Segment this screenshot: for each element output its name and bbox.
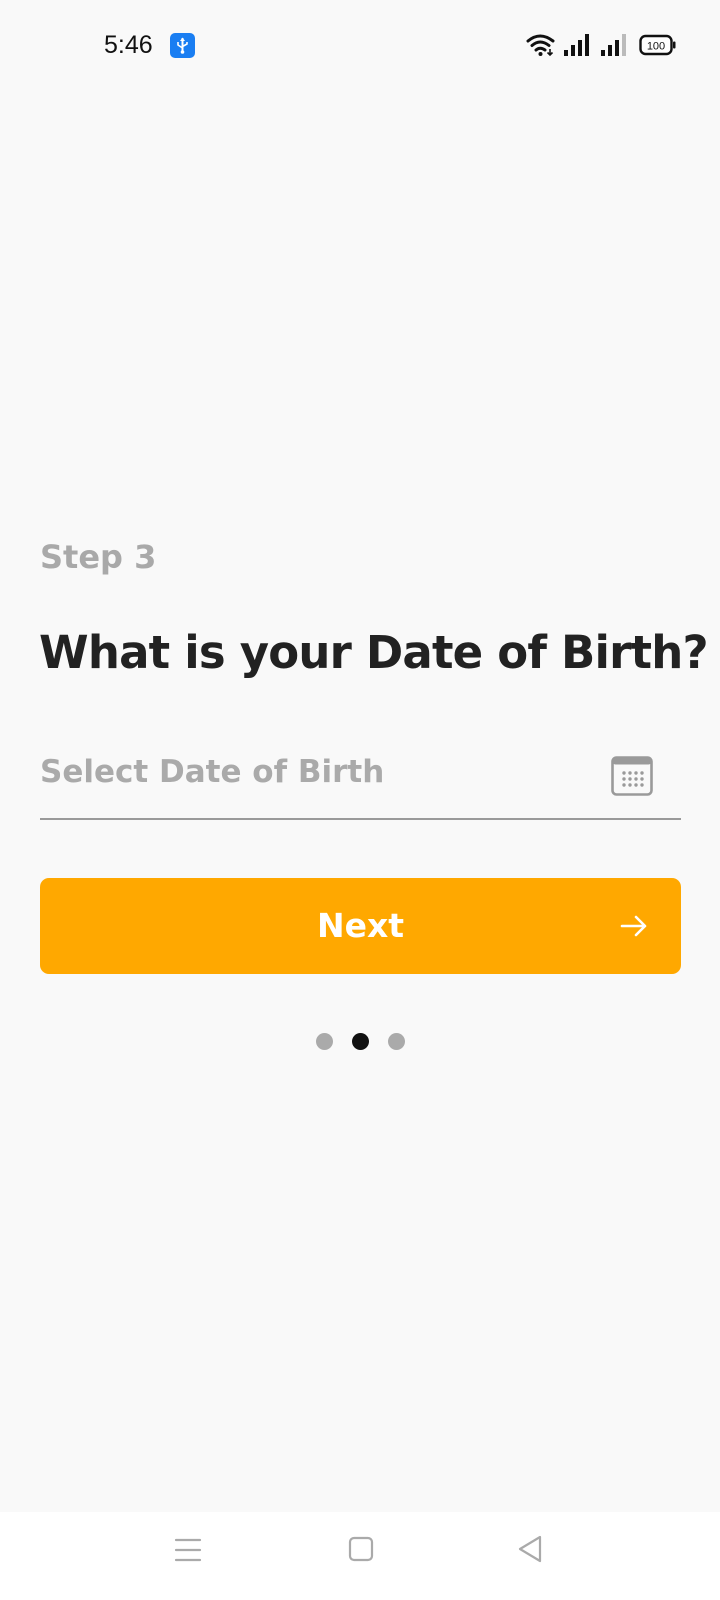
wifi-icon [526,34,555,57]
menu-icon[interactable] [174,1536,202,1564]
date-of-birth-field[interactable]: Select Date of Birth [40,740,681,820]
home-icon[interactable] [347,1535,375,1563]
signal-icon [601,34,626,56]
battery-icon: 100 [639,34,676,56]
usb-icon [170,33,195,58]
date-of-birth-placeholder: Select Date of Birth [40,754,385,790]
next-button-label: Next [316,906,405,945]
page-indicator [0,1033,720,1051]
signal-icon [564,34,589,56]
next-button[interactable]: Next [40,878,681,974]
step-label: Step 3 [40,538,157,576]
status-bar: 5:46 100 [0,0,720,90]
calendar-icon[interactable] [611,756,653,796]
page-dot [316,1033,333,1050]
arrow-right-icon [620,915,647,937]
page-dot-active [352,1033,369,1050]
back-icon[interactable] [516,1534,546,1564]
page-dot [388,1033,405,1050]
battery-level: 100 [647,41,665,53]
system-nav-bar [0,1512,720,1600]
status-time: 5:46 [104,31,153,59]
page-title: What is your Date of Birth? [39,626,709,679]
